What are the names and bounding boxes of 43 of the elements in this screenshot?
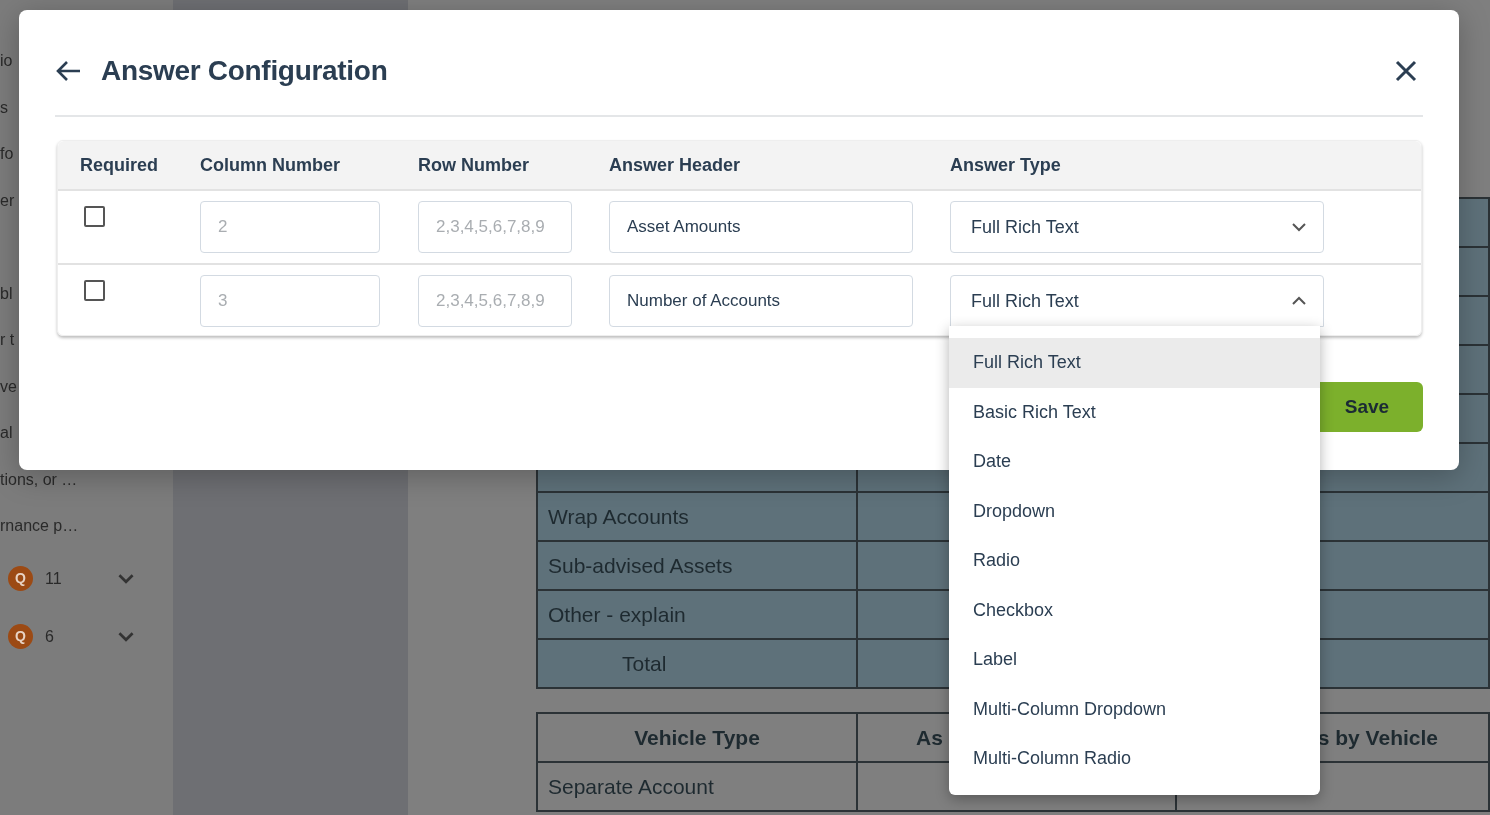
chevron-down-icon[interactable] bbox=[117, 573, 135, 584]
dropdown-option[interactable]: Full Rich Text bbox=[949, 338, 1320, 388]
sidebar-item-text[interactable]: er bbox=[0, 191, 15, 209]
dropdown-option[interactable]: Radio bbox=[949, 536, 1320, 586]
sidebar-item-text[interactable]: s bbox=[0, 98, 8, 116]
dropdown-option[interactable]: Label bbox=[949, 635, 1320, 685]
table-cell: Separate Account bbox=[537, 762, 857, 811]
answer-type-dropdown[interactable]: Full Rich Text bbox=[950, 201, 1324, 253]
table-cell: Sub-advised Assets bbox=[537, 541, 857, 590]
dialog-title: Answer Configuration bbox=[101, 53, 388, 88]
answer-header-field[interactable]: Number of Accounts bbox=[609, 275, 913, 327]
column-header: Answer Header bbox=[609, 153, 742, 177]
sidebar-item-text[interactable]: rnance p… bbox=[0, 517, 79, 534]
sidebar-item-text[interactable]: r t bbox=[0, 331, 15, 348]
question-badge: Q bbox=[8, 566, 33, 591]
column-header: Required bbox=[79, 153, 159, 177]
close-icon[interactable] bbox=[1395, 59, 1417, 82]
table-cell: Wrap Accounts bbox=[537, 492, 857, 541]
column-header: Column Number bbox=[200, 153, 341, 177]
chevron-up-icon bbox=[1291, 296, 1307, 306]
dropdown-option[interactable]: Checkbox bbox=[949, 585, 1320, 635]
sidebar-item-text[interactable]: ve bbox=[0, 377, 17, 395]
column-header: Vehicle Type bbox=[537, 713, 857, 762]
required-checkbox[interactable] bbox=[84, 206, 105, 227]
sidebar-item-text[interactable]: tions, or … bbox=[0, 470, 78, 488]
table-cell: Total bbox=[537, 639, 857, 688]
sidebar-item-text[interactable]: io bbox=[0, 52, 13, 69]
question-badge: Q bbox=[8, 624, 33, 649]
table-cell: Other - explain bbox=[537, 590, 857, 639]
question-count: 11 bbox=[45, 568, 63, 589]
chevron-down-icon[interactable] bbox=[117, 631, 135, 642]
back-arrow-icon[interactable] bbox=[55, 59, 81, 82]
sidebar-item-text[interactable]: fo bbox=[0, 145, 14, 162]
dropdown-option[interactable]: Date bbox=[949, 437, 1320, 487]
column-header: Answer Type bbox=[950, 153, 1062, 177]
question-count: 6 bbox=[45, 626, 55, 647]
sidebar-item-text[interactable]: al bbox=[0, 424, 13, 441]
required-checkbox[interactable] bbox=[84, 280, 105, 301]
answer-header-field[interactable]: Asset Amounts bbox=[609, 201, 913, 253]
dropdown-option[interactable]: Dropdown bbox=[949, 486, 1320, 536]
sidebar-item-text[interactable]: bl bbox=[0, 284, 13, 302]
chevron-down-icon bbox=[1291, 222, 1307, 232]
column-header: Row Number bbox=[418, 153, 530, 177]
